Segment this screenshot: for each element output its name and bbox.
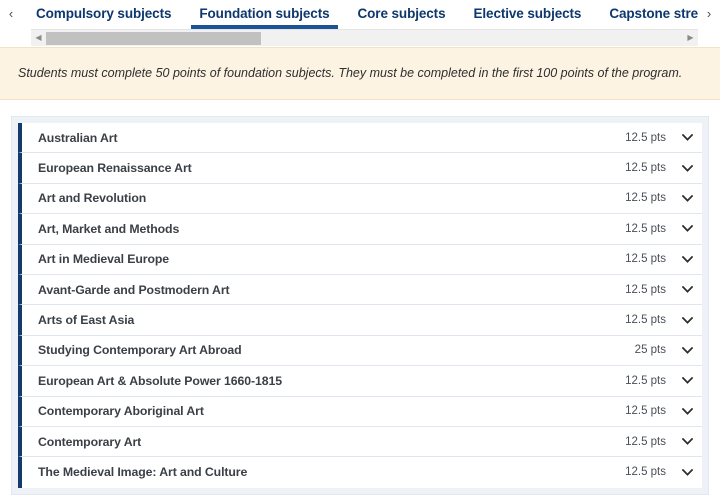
tab-compulsory-subjects[interactable]: Compulsory subjects [22,0,185,29]
subject-points: 12.5 pts [625,283,666,296]
requirement-notice-banner: Students must complete 50 points of foun… [0,47,720,100]
subject-title: The Medieval Image: Art and Culture [38,465,248,480]
tabs-scroll-right-icon[interactable]: › [698,0,720,27]
subject-points: 12.5 pts [625,405,666,418]
chevron-down-icon[interactable] [680,374,694,388]
tab-capstone-stream-1-int[interactable]: Capstone stream 1: int [595,0,698,29]
subject-title: Arts of East Asia [38,313,135,328]
subject-row[interactable]: European Renaissance Art 12.5 pts [18,153,702,184]
subject-points: 12.5 pts [625,192,666,205]
subject-points: 12.5 pts [625,222,666,235]
chevron-down-icon[interactable] [680,191,694,205]
tab-label: Compulsory subjects [36,6,172,21]
chevron-down-icon[interactable] [680,222,694,236]
tab-label: Elective subjects [473,6,582,21]
scrollbar-left-button-icon[interactable]: ◀ [31,31,46,46]
scrollbar-track[interactable] [46,31,683,46]
subject-rows: Australian Art 12.5 pts European Renaissan… [18,123,702,488]
subject-row[interactable]: The Medieval Image: Art and Culture 12.5 … [18,457,702,488]
subject-points: 12.5 pts [625,131,666,144]
course-structure-panel: ‹ Compulsory subjects Foundation subjects… [0,0,720,501]
tab-label: Capstone stream 1: int [609,6,698,21]
subject-list-card: Australian Art 12.5 pts European Renaissan… [11,116,709,495]
subject-points: 12.5 pts [625,466,666,479]
chevron-down-icon[interactable] [680,404,694,418]
tab-label: Foundation subjects [199,6,330,21]
subject-row[interactable]: Contemporary Aboriginal Art 12.5 pts [18,396,702,427]
subject-row[interactable]: Contemporary Art 12.5 pts [18,426,702,458]
subject-title: Art in Medieval Europe [38,252,170,267]
subject-row[interactable]: Art in Medieval Europe 12.5 pts [18,244,702,275]
tab-elective-subjects[interactable]: Elective subjects [459,0,595,29]
subject-points: 12.5 pts [625,253,666,266]
tab-list: Compulsory subjects Foundation subjects Co… [22,0,698,29]
subject-row[interactable]: Arts of East Asia 12.5 pts [18,305,702,336]
chevron-down-icon[interactable] [680,435,694,449]
subject-title: Studying Contemporary Art Abroad [38,343,242,358]
chevron-down-icon[interactable] [680,343,694,357]
subject-points: 12.5 pts [625,314,666,327]
subject-title: Contemporary Art [38,434,142,449]
subject-points: 12.5 pts [625,435,666,448]
scrollbar-thumb[interactable] [46,31,261,45]
tab-label: Core subjects [357,6,446,21]
subject-points: 12.5 pts [625,374,666,387]
chevron-down-icon[interactable] [680,465,694,479]
subject-row[interactable]: European Art & Absolute Power 1660-1815 1… [18,366,702,397]
chevron-down-icon[interactable] [680,161,694,175]
chevron-down-icon[interactable] [680,283,694,297]
subject-title: Art and Revolution [38,191,147,206]
subject-points: 25 pts [634,344,666,357]
tab-bar: ‹ Compulsory subjects Foundation subjects… [0,0,720,29]
tabs-horizontal-scrollbar[interactable]: ◀ ▶ [31,29,698,46]
subject-title: Art, Market and Methods [38,221,180,236]
subject-row[interactable]: Art, Market and Methods 12.5 pts [18,214,702,245]
subject-row[interactable]: Avant-Garde and Postmodern Art 12.5 pts [18,274,702,306]
tab-core-subjects[interactable]: Core subjects [344,0,460,29]
subject-points: 12.5 pts [625,162,666,175]
subject-title: European Art & Absolute Power 1660-1815 [38,373,282,388]
chevron-down-icon[interactable] [680,313,694,327]
subject-title: Avant-Garde and Postmodern Art [38,282,230,297]
scrollbar-right-button-icon[interactable]: ▶ [683,31,698,46]
tabs-scroll-left-icon[interactable]: ‹ [0,0,22,27]
chevron-down-icon[interactable] [680,252,694,266]
subject-title: Contemporary Aboriginal Art [38,404,204,419]
subject-row[interactable]: Art and Revolution 12.5 pts [18,183,702,215]
chevron-down-icon[interactable] [680,131,694,145]
subject-title: European Renaissance Art [38,161,192,176]
subject-row[interactable]: Studying Contemporary Art Abroad 25 pts [18,335,702,367]
requirement-notice-text: Students must complete 50 points of foun… [18,66,683,80]
subject-title: Australian Art [38,130,118,145]
subject-row[interactable]: Australian Art 12.5 pts [18,123,702,154]
tab-foundation-subjects[interactable]: Foundation subjects [185,0,343,29]
